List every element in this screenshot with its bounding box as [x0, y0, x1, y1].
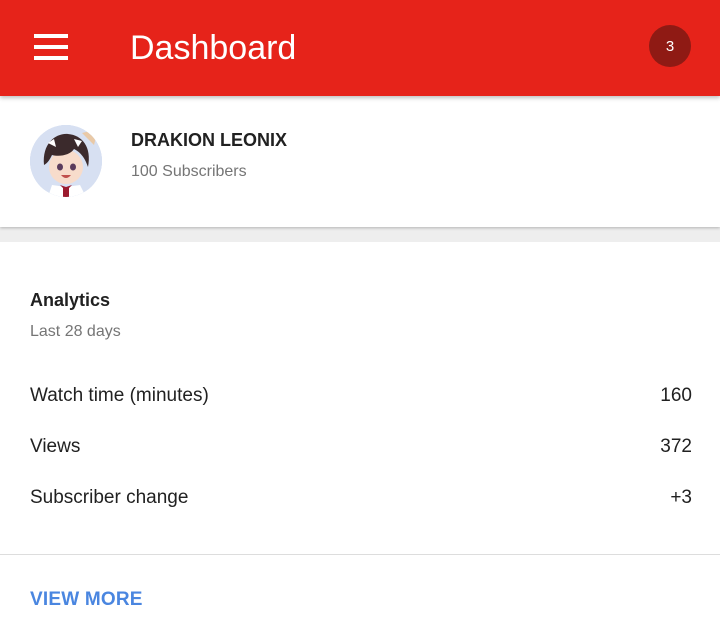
analytics-period: Last 28 days: [30, 323, 121, 340]
page-title: Dashboard: [130, 29, 297, 67]
channel-name: DRAKION LEONIX: [131, 130, 288, 150]
metric-value: +3: [670, 487, 692, 508]
subscriber-count: 100 Subscribers: [131, 163, 247, 180]
metric-row-views: Views 372: [30, 432, 692, 462]
divider: [0, 554, 720, 555]
metric-value: 160: [660, 385, 692, 406]
dashboard-screen: Dashboard 3 DRAKION LEONIX 100 Subscribe…: [0, 0, 720, 633]
notification-badge[interactable]: 3: [649, 25, 691, 67]
view-more-link[interactable]: VIEW MORE: [30, 589, 143, 611]
channel-card[interactable]: DRAKION LEONIX 100 Subscribers: [0, 96, 720, 227]
avatar-image: [30, 125, 102, 197]
avatar: [30, 125, 102, 197]
hamburger-menu-icon[interactable]: [22, 24, 80, 70]
metric-row-watch-time: Watch time (minutes) 160: [30, 381, 692, 411]
metric-row-subscriber-change: Subscriber change +3: [30, 483, 692, 513]
metric-value: 372: [660, 436, 692, 457]
analytics-title: Analytics: [30, 290, 111, 310]
metric-label: Views: [30, 436, 81, 457]
metric-label: Subscriber change: [30, 487, 189, 508]
analytics-card: Analytics Last 28 days Watch time (minut…: [0, 242, 720, 633]
app-bar: Dashboard 3: [0, 0, 720, 96]
section-separator: [0, 227, 720, 242]
metric-label: Watch time (minutes): [30, 385, 209, 406]
